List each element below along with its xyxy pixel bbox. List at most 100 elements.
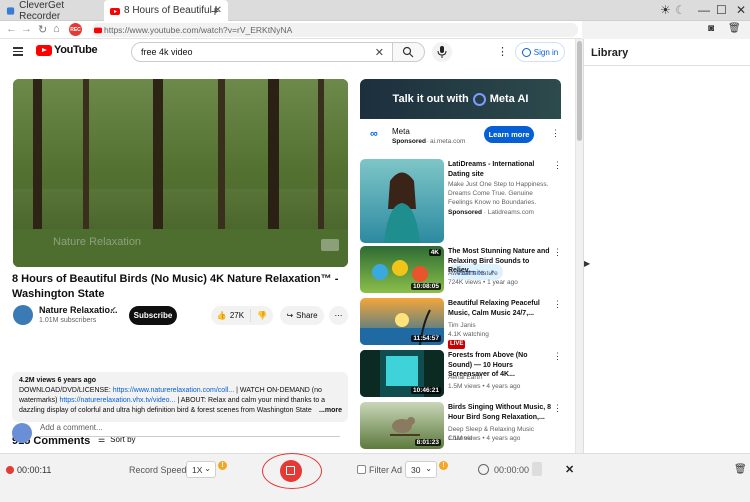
rec-channel[interactable]: Tim Janis — [448, 321, 558, 330]
video-player[interactable]: Nature Relaxation — [13, 79, 348, 267]
voice-search-button[interactable] — [432, 42, 452, 62]
video-watermark: Nature Relaxation — [53, 236, 141, 248]
add-comment-input[interactable]: Add a comment... — [40, 423, 340, 437]
rec-title[interactable]: Beautiful Relaxing Peaceful Music, Calm … — [448, 299, 552, 318]
moon-icon[interactable]: ☾ — [675, 3, 686, 17]
subscribe-button[interactable]: Subscribe — [129, 306, 177, 325]
channel-avatar[interactable] — [13, 305, 33, 325]
rec-title[interactable]: Birds Singing Without Music, 8 Hour Bird… — [448, 403, 552, 422]
timer-icon[interactable] — [478, 464, 489, 475]
rec-more-icon[interactable]: ⋮ — [553, 247, 562, 258]
back-icon[interactable]: ← — [6, 23, 17, 35]
forward-icon[interactable]: → — [21, 23, 32, 35]
url-field[interactable]: https://www.youtube.com/watch?v=rV_ERKtN… — [92, 23, 578, 37]
speed-warning-icon[interactable]: ! — [218, 461, 227, 470]
duration-badge: 10:46:21 — [410, 387, 441, 394]
ad-banner[interactable]: Talk it out with Meta AI — [360, 79, 561, 119]
rec-stats: 4.1K watching — [448, 331, 489, 338]
live-badge-row: LIVE — [448, 339, 558, 349]
filter-ad-select[interactable]: 30 ⌄ — [405, 461, 437, 478]
rec-thumbnail[interactable]: 11:54:57 — [360, 298, 444, 345]
rec-more-icon[interactable]: ⋮ — [553, 403, 562, 414]
share-label: Share — [296, 311, 318, 320]
close-recorder-button[interactable]: ✕ — [565, 463, 574, 476]
maximize-button[interactable]: ☐ — [716, 3, 727, 17]
live-badge: LIVE — [448, 340, 466, 349]
recorder-controls: 00:00:11 Record Speed : 1X ⌄ ! Filter Ad… — [0, 453, 583, 489]
description-line-2: watermarks) https://naturerelaxation.vhx… — [19, 397, 326, 404]
learn-more-button[interactable]: Learn more — [484, 126, 534, 143]
rec-thumbnail[interactable]: 4K 10:08:05 — [360, 246, 444, 293]
filter-warning-icon[interactable]: ! — [439, 461, 448, 470]
dislike-button[interactable]: 👎 — [251, 311, 273, 320]
ad-more-icon[interactable]: ⋮ — [551, 128, 560, 139]
duration-badge: 10:08:05 — [410, 283, 441, 290]
library-panel: Library ▶ — [583, 39, 750, 453]
new-tab-button[interactable]: + — [206, 0, 224, 21]
rec-badge[interactable]: REC — [69, 23, 82, 36]
timer-toggle[interactable] — [532, 462, 542, 476]
rec-title[interactable]: LatiDreams - International Dating site — [448, 160, 552, 179]
timer-value: 00:00:00 — [494, 465, 530, 475]
home-icon[interactable]: ⌂ — [53, 23, 60, 35]
search-button[interactable] — [393, 42, 425, 62]
youtube-logo[interactable]: YouTube — [36, 44, 98, 56]
search-input[interactable]: free 4k video ✕ — [131, 42, 393, 62]
window-close-button[interactable]: ✕ — [736, 3, 746, 17]
show-more-link[interactable]: ...more — [315, 406, 342, 416]
rec-more-icon[interactable]: ⋮ — [553, 299, 562, 310]
view-stats: 4.2M views 6 years ago — [19, 377, 97, 384]
trash-icon[interactable]: 🗑 — [734, 464, 747, 475]
vhx-link[interactable]: https://naturerelaxation.vhx.tv/video... — [59, 397, 175, 404]
sign-in-button[interactable]: Sign in — [515, 42, 565, 62]
rec-stats: 724K views • 1 year ago — [448, 279, 518, 286]
youtube-favicon-icon — [110, 7, 120, 15]
rec-more-icon[interactable]: ⋮ — [553, 160, 562, 171]
filter-ad-label: Filter Ad : — [369, 465, 408, 475]
filter-ad-checkbox[interactable] — [357, 465, 366, 474]
ad-banner-brand: Meta AI — [489, 93, 529, 105]
settings-more-icon[interactable]: ⋮ — [497, 45, 508, 58]
delete-icon[interactable]: 🗑 — [728, 23, 741, 34]
page-scrollbar[interactable] — [575, 39, 583, 453]
channel-name[interactable]: Nature Relaxatio... — [39, 305, 118, 315]
ad-info-row: ∞ Meta Sponsored · ai.meta.com Learn mor… — [360, 119, 561, 149]
meta-ai-ring-icon — [472, 92, 486, 106]
rec-more-icon[interactable]: ⋮ — [553, 351, 562, 362]
share-icon: ↪ — [286, 311, 294, 320]
recorder-bar: 00:00:11 Record Speed : 1X ⌄ ! Filter Ad… — [0, 453, 750, 502]
meta-logo-icon: ∞ — [370, 128, 378, 140]
more-horizontal-icon: ⋯ — [334, 311, 343, 320]
rec-channel[interactable]: Awesome Nature — [448, 269, 558, 278]
rec-thumbnail[interactable]: 10:46:21 — [360, 350, 444, 397]
camera-icon[interactable]: ◙ — [708, 23, 714, 34]
chevron-down-icon: ⌄ — [425, 464, 432, 473]
clear-search-icon[interactable]: ✕ — [375, 46, 384, 59]
license-link[interactable]: https://www.naturerelaxation.com/coll... — [113, 387, 234, 394]
video-title: 8 Hours of Beautiful Birds (No Music) 4K… — [12, 273, 339, 300]
collapse-panel-icon[interactable]: ▶ — [584, 259, 592, 273]
description-box[interactable]: 4.2M views 6 years ago DOWNLOAD/DVD/LICE… — [12, 372, 348, 422]
scrollbar-thumb[interactable] — [577, 41, 582, 141]
rec-channel[interactable]: Aerial Earth — [448, 373, 558, 382]
tab-cleverget-recorder[interactable]: CleverGet Recorder — [0, 0, 100, 22]
ad-sponsored: Sponsored — [392, 138, 426, 145]
stop-recording-button[interactable] — [280, 460, 302, 482]
cleverget-window: CleverGet Recorder 8 Hours of Beautiful … — [0, 0, 750, 502]
rec-stats: 1.5M views • 4 years ago — [448, 383, 521, 390]
ad-domain: · ai.meta.com — [426, 138, 466, 145]
record-speed-label: Record Speed : — [129, 465, 192, 475]
minimize-button[interactable]: — — [698, 3, 710, 17]
like-button[interactable]: 👍 27K — [211, 309, 251, 322]
more-actions-button[interactable]: ⋯ — [329, 306, 348, 325]
rec-thumbnail[interactable]: 8:01:23 — [360, 402, 444, 449]
thumbs-up-icon: 👍 — [216, 311, 227, 320]
like-count: 27K — [229, 311, 245, 320]
share-button[interactable]: ↪ Share — [280, 306, 324, 325]
menu-icon[interactable] — [13, 47, 23, 58]
woman-portrait-image — [384, 172, 420, 243]
record-speed-select[interactable]: 1X ⌄ — [186, 461, 216, 478]
reload-icon[interactable]: ↻ — [38, 23, 47, 36]
theme-toggle-icon[interactable]: ☀ — [660, 3, 671, 17]
rec-thumbnail[interactable] — [360, 159, 444, 243]
